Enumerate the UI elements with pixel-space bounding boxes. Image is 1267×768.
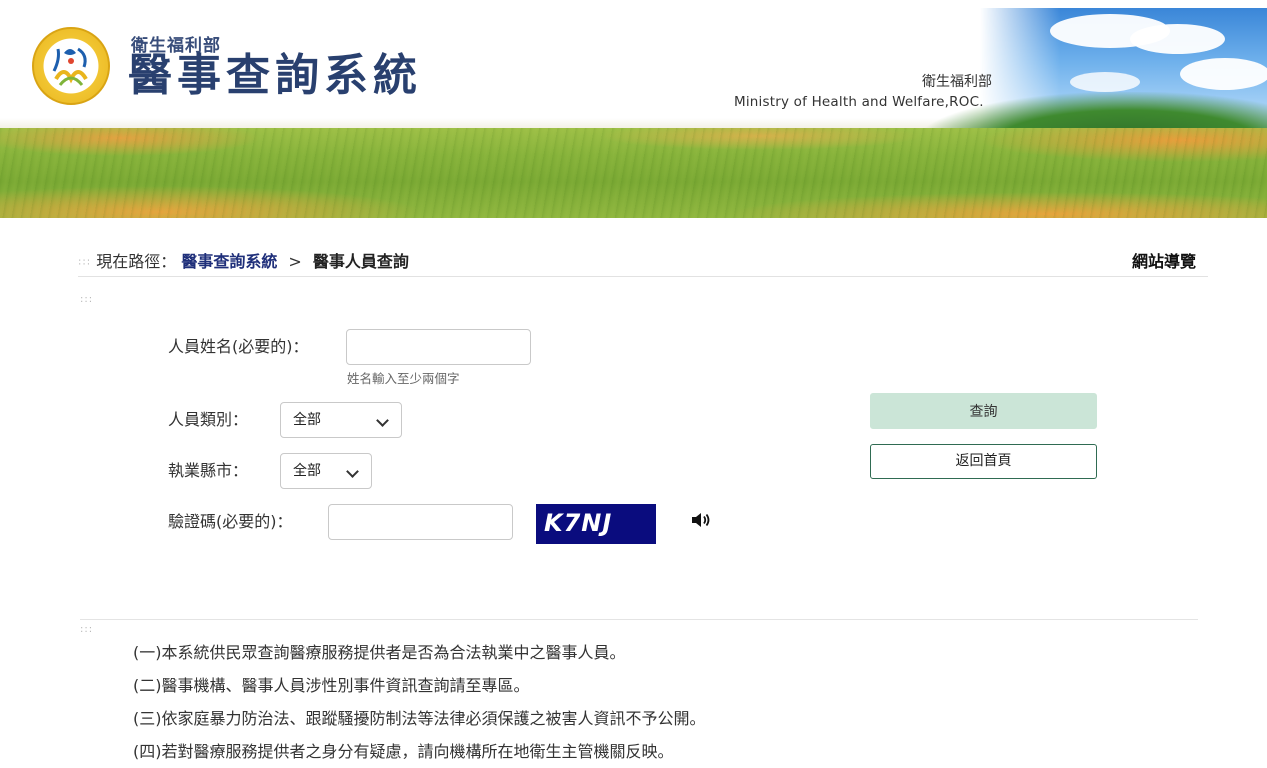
sitemap-link[interactable]: 網站導覽 — [1132, 250, 1196, 274]
banner-ministry-en: Ministry of Health and Welfare,ROC. — [734, 94, 984, 110]
category-label: 人員類別： — [168, 410, 249, 429]
breadcrumb-home-link[interactable]: 醫事查詢系統 — [181, 252, 277, 271]
breadcrumb: ::: 現在路徑： 醫事查詢系統 > 醫事人員查詢 網站導覽 — [78, 250, 1208, 277]
header-banner: 衛生福利部 醫事查詢系統 衛生福利部 Ministry of Health an… — [0, 0, 1267, 218]
banner-cloud — [1070, 72, 1140, 92]
query-button[interactable]: 查詢 — [870, 393, 1097, 429]
name-input[interactable] — [346, 329, 531, 365]
note-item: (三)依家庭暴力防治法、跟蹤騷擾防制法等法律必須保護之被害人資訊不予公開。 — [133, 709, 706, 728]
chevron-down-icon — [346, 465, 359, 478]
banner-cloud — [1130, 24, 1225, 54]
system-title: 醫事查詢系統 — [128, 50, 422, 101]
banner-field-texture — [0, 128, 1267, 218]
breadcrumb-label: 現在路徑： — [96, 252, 177, 271]
speaker-icon[interactable] — [690, 511, 712, 529]
emblem-graphic — [52, 47, 88, 86]
note-item: (一)本系統供民眾查詢醫療服務提供者是否為合法執業中之醫事人員。 — [133, 643, 626, 662]
captcha-input[interactable] — [328, 504, 513, 540]
banner-cloud — [1180, 58, 1267, 90]
city-select[interactable]: 全部 — [280, 453, 372, 489]
captcha-image: K7NJ — [536, 504, 656, 544]
ministry-emblem-icon[interactable] — [32, 27, 110, 105]
back-home-button[interactable]: 返回首頁 — [870, 444, 1097, 479]
notes-divider — [80, 619, 1198, 620]
name-label: 人員姓名(必要的)： — [168, 337, 309, 356]
city-selected-value: 全部 — [293, 463, 321, 479]
banner-ministry-zh: 衛生福利部 — [922, 74, 992, 90]
note-item: (四)若對醫療服務提供者之身分有疑慮，請向機構所在地衛生主管機關反映。 — [133, 742, 674, 761]
section-dots: ::: — [80, 294, 94, 305]
breadcrumb-separator: > — [288, 252, 302, 271]
name-hint: 姓名輸入至少兩個字 — [347, 371, 460, 386]
notes-dots: ::: — [80, 624, 94, 635]
note-item: (二)醫事機構、醫事人員涉性別事件資訊查詢請至專區。 — [133, 676, 530, 695]
breadcrumb-dots: ::: — [78, 256, 92, 268]
city-label: 執業縣市： — [168, 461, 249, 480]
notes-list: (一)本系統供民眾查詢醫療服務提供者是否為合法執業中之醫事人員。 (二)醫事機構… — [133, 636, 706, 768]
category-select[interactable]: 全部 — [280, 402, 402, 438]
breadcrumb-current: 醫事人員查詢 — [312, 252, 409, 271]
chevron-down-icon — [376, 414, 389, 427]
captcha-label: 驗證碼(必要的)： — [168, 512, 293, 531]
category-selected-value: 全部 — [293, 412, 321, 428]
